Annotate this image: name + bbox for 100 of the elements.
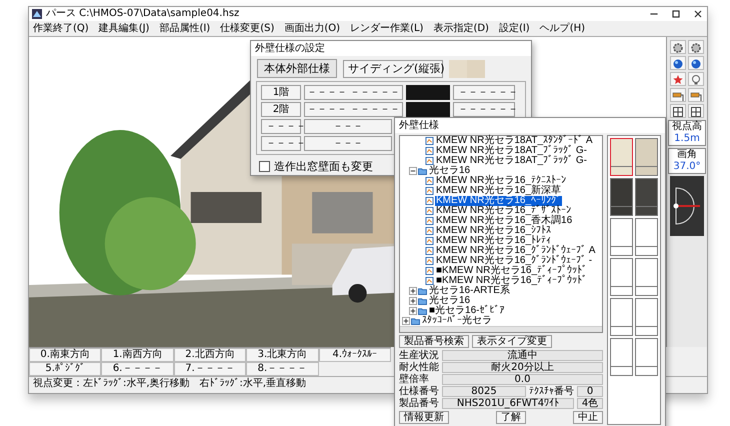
- info-value: 流通中: [442, 350, 603, 361]
- menu-item[interactable]: 表示指定(D): [433, 22, 489, 34]
- view-button[interactable]: 8.－－－－: [246, 362, 319, 376]
- spec-button[interactable]: －－－: [304, 136, 392, 152]
- expand-icon[interactable]: [402, 317, 410, 325]
- action-button[interactable]: 表示タイプ変更: [472, 335, 552, 348]
- menu-item[interactable]: 画面出力(O): [284, 22, 340, 34]
- tree-item[interactable]: ■KMEW NR光セラ16_ﾃﾞｨｰﾌﾟｳｯﾄﾞ: [435, 276, 588, 286]
- empty-swatch[interactable]: [635, 338, 658, 376]
- action-button[interactable]: 製品番号検索: [399, 335, 469, 348]
- menu-item[interactable]: 部品属性(I): [159, 22, 210, 34]
- empty-swatch[interactable]: [610, 338, 633, 376]
- field-label: 本体外部仕様: [257, 59, 337, 78]
- empty-swatch[interactable]: [610, 298, 633, 336]
- menu-item[interactable]: 建具編集(J): [98, 22, 150, 34]
- expand-icon[interactable]: [409, 307, 417, 315]
- empty-swatch[interactable]: [610, 258, 633, 296]
- dialog-button[interactable]: 了解: [496, 411, 526, 424]
- tree-folder[interactable]: 光セラ16-ARTE系: [428, 286, 511, 296]
- texture-swatch[interactable]: [610, 138, 633, 176]
- texture-swatch[interactable]: [635, 138, 658, 176]
- info-value: 4色: [577, 398, 603, 409]
- tree-item[interactable]: KMEW NR光セラ18AT_ﾌﾞﾗｯｸﾞ G-: [435, 146, 588, 156]
- empty-swatch[interactable]: [635, 218, 658, 256]
- dialog-button[interactable]: 中止: [573, 411, 603, 424]
- texture-swatch[interactable]: [610, 178, 633, 216]
- color-swatch[interactable]: [406, 102, 450, 118]
- texture-swatch[interactable]: [635, 178, 658, 216]
- tree-item[interactable]: KMEW NR光セラ16_ﾃｸﾆｽﾄｰﾝ: [435, 176, 568, 186]
- view-button[interactable]: 0.南東方向: [29, 348, 102, 362]
- view-button[interactable]: 4.ｳｫｰｸｽﾙｰ: [318, 348, 391, 362]
- view-button[interactable]: 2.北西方向: [174, 348, 246, 362]
- info-label: 製品番号: [399, 398, 439, 410]
- view-button[interactable]: 6.－－－－: [101, 362, 174, 376]
- spec-button[interactable]: －－－: [304, 119, 392, 134]
- grid-icon[interactable]: [670, 104, 686, 118]
- tree-folder[interactable]: ｽﾀｯｺｰﾊﾞｰ光セラ: [421, 316, 493, 326]
- empty-swatch[interactable]: [610, 218, 633, 256]
- empty-swatch[interactable]: [635, 298, 658, 336]
- tree-item[interactable]: KMEW NR光セラ16_ｸﾞﾗﾝﾄﾞｳｪｰﾌﾞ A: [435, 246, 596, 256]
- view-angle-label: 画角: [677, 149, 697, 161]
- collapse-icon[interactable]: [409, 167, 417, 175]
- floor-button[interactable]: 2階: [261, 102, 301, 118]
- info-value: NHS201U_6FWT4ﾜｲﾄ: [442, 398, 574, 409]
- eye-height-label: 視点高: [672, 121, 702, 133]
- tree-item[interactable]: KMEW NR光セラ16_ﾃﾞｻﾞｽﾄｰﾝ: [435, 206, 572, 216]
- brush-icon[interactable]: [688, 88, 704, 102]
- menu-item[interactable]: レンダー作業(L): [350, 22, 424, 34]
- app-icon: [32, 9, 42, 19]
- tree-item[interactable]: KMEW NR光セラ16_ｼﾌﾄｽ: [435, 226, 552, 236]
- color-swatch[interactable]: [406, 85, 450, 100]
- floor-button[interactable]: 1階: [261, 85, 301, 100]
- spec-button[interactable]: －－－－ －－－－－: [304, 102, 404, 118]
- menu-item[interactable]: 仕様変更(S): [220, 22, 274, 34]
- gear-icon[interactable]: [670, 40, 686, 54]
- tree-item[interactable]: KMEW NR光セラ16_新深草: [435, 186, 562, 196]
- tree-item[interactable]: KMEW NR光セラ16_ｸﾞﾗﾝﾄﾞｳｪｰﾌﾞ -: [435, 256, 594, 266]
- document-icon: [425, 247, 434, 255]
- tree-item[interactable]: KMEW NR光セラ18AT_ｽﾀﾝﾀﾞｰﾄﾞ A: [435, 136, 594, 146]
- tree-item[interactable]: ■KMEW NR光セラ16_ﾃﾞｨｰﾌﾟｳｯﾄﾞ: [435, 266, 588, 276]
- star-icon[interactable]: [670, 72, 686, 86]
- tree-item[interactable]: KMEW NR光セラ16_香木調16: [435, 216, 574, 226]
- bulb-icon[interactable]: [688, 72, 704, 86]
- spec-button[interactable]: －－－－ －－－－－: [304, 85, 404, 100]
- close-icon[interactable]: [692, 8, 704, 20]
- grid-icon[interactable]: [688, 104, 704, 118]
- tree-folder[interactable]: ■光セラ16-ｾﾞﾋﾞｱ: [428, 306, 506, 316]
- view-button[interactable]: 7.－－－－: [174, 362, 246, 376]
- floor-button[interactable]: －－－－: [261, 136, 301, 152]
- dialog-title: 外壁仕様の設定: [251, 41, 531, 56]
- tree-folder[interactable]: 光セラ16: [428, 296, 472, 306]
- tree-item[interactable]: KMEW NR光セラ18AT_ﾌﾞﾗｯｸﾞ G-: [435, 156, 588, 166]
- info-label: 壁倍率: [399, 374, 430, 386]
- dialog-button[interactable]: 情報更新: [399, 411, 449, 424]
- scroll-bar[interactable]: [400, 326, 602, 332]
- menu-item[interactable]: ヘルプ(H): [540, 22, 586, 34]
- value-button[interactable]: －－－－－－: [453, 102, 516, 118]
- view-button[interactable]: 3.北東方向: [246, 348, 319, 362]
- expand-icon[interactable]: [409, 297, 417, 305]
- info-value: 0.0: [442, 374, 603, 385]
- floor-button[interactable]: －－－－: [261, 119, 301, 134]
- view-button[interactable]: 5.ﾎﾟｼﾞｸﾞ: [29, 362, 102, 376]
- value-button[interactable]: －－－－－－: [453, 85, 516, 100]
- menu-item[interactable]: 設定(I): [498, 22, 530, 34]
- document-icon: [425, 147, 434, 155]
- document-icon: [425, 187, 434, 195]
- document-icon: [425, 237, 434, 245]
- tree-folder[interactable]: 光セラ16: [428, 166, 472, 176]
- spec-button[interactable]: サイディング(縦張): [343, 60, 443, 78]
- gear-icon[interactable]: [688, 40, 704, 54]
- document-icon: [425, 207, 434, 215]
- view-button[interactable]: 1.南西方向: [101, 348, 174, 362]
- maximize-icon[interactable]: [670, 8, 682, 20]
- tree-item[interactable]: KMEW NR光セラ16_ﾄﾚﾃｨ: [435, 236, 552, 246]
- empty-swatch[interactable]: [635, 258, 658, 296]
- compass-drawing[interactable]: [670, 176, 704, 236]
- menu-item[interactable]: 作業終了(Q): [33, 22, 89, 34]
- brush-icon[interactable]: [670, 88, 686, 102]
- checkbox[interactable]: [259, 161, 270, 172]
- expand-icon[interactable]: [409, 287, 417, 295]
